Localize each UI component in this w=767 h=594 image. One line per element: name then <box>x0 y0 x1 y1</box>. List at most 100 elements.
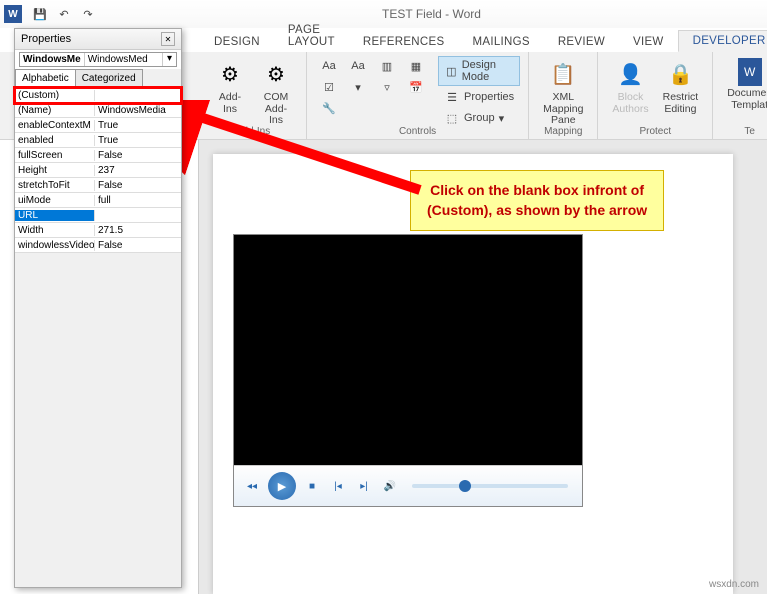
annotation-arrow <box>170 100 430 220</box>
property-value[interactable]: 237 <box>95 165 181 176</box>
close-icon[interactable]: ✕ <box>161 32 175 46</box>
property-row[interactable]: (Custom) <box>15 88 181 103</box>
word-icon: W <box>4 5 22 23</box>
property-value[interactable]: False <box>95 240 181 251</box>
property-name: uiMode <box>15 195 95 206</box>
properties-panel: Properties ✕ WindowsMe WindowsMed ▾ Alph… <box>14 28 182 588</box>
com-addins-icon: ⚙ <box>260 58 292 90</box>
object-type: WindowsMed <box>85 53 162 66</box>
restrict-editing-button[interactable]: 🔒 Restrict Editing <box>657 56 705 117</box>
property-row[interactable]: enabledTrue <box>15 133 181 148</box>
restrict-editing-label: Restrict Editing <box>663 92 699 115</box>
control-richtext-icon[interactable]: Aa <box>315 56 343 76</box>
xml-mapping-icon: 📋 <box>547 58 579 90</box>
chevron-down-icon: ▾ <box>499 112 505 125</box>
video-area <box>234 235 582 465</box>
property-grid: (Custom)(Name)WindowsMediaenableContextM… <box>15 88 181 253</box>
play-icon[interactable]: ▶ <box>268 472 296 500</box>
control-picture-icon[interactable]: ▥ <box>373 56 401 76</box>
prev-icon[interactable]: |◂ <box>328 476 348 496</box>
properties-label: Properties <box>464 91 514 103</box>
property-row[interactable]: uiModefull <box>15 193 181 208</box>
property-value[interactable]: WindowsMedia <box>95 105 181 116</box>
media-controls: ◂◂ ▶ ■ |◂ ▸| 🔊 <box>234 465 582 506</box>
object-name: WindowsMe <box>20 53 85 66</box>
block-authors-button[interactable]: 👤 Block Authors <box>606 56 654 117</box>
group-icon: ⬚ <box>444 110 460 126</box>
property-value[interactable]: True <box>95 120 181 131</box>
design-mode-button[interactable]: ◫ Design Mode <box>438 56 520 86</box>
property-name: (Name) <box>15 105 95 116</box>
property-row[interactable]: enableContextMTrue <box>15 118 181 133</box>
restrict-editing-icon: 🔒 <box>664 58 696 90</box>
tab-categorized[interactable]: Categorized <box>75 69 143 87</box>
save-icon[interactable]: 💾 <box>29 3 51 25</box>
document-template-button[interactable]: W Documen Templat <box>721 56 767 113</box>
callout-line2: (Custom), as shown by the arrow <box>427 201 647 221</box>
media-player-control[interactable]: ◂◂ ▶ ■ |◂ ▸| 🔊 <box>233 234 583 507</box>
property-name: Height <box>15 165 95 176</box>
property-name: stretchToFit <box>15 180 95 191</box>
group-protect: 👤 Block Authors 🔒 Restrict Editing Prote… <box>598 52 713 139</box>
property-value[interactable]: 271.5 <box>95 225 181 236</box>
properties-title-text: Properties <box>21 33 71 45</box>
group-button[interactable]: ⬚ Group ▾ <box>438 108 520 128</box>
control-combo-icon[interactable]: ▾ <box>344 77 372 97</box>
property-row[interactable]: windowlessVideoFalse <box>15 238 181 253</box>
tab-alphabetic[interactable]: Alphabetic <box>15 69 76 87</box>
property-value[interactable]: full <box>95 195 181 206</box>
annotation-callout: Click on the blank box infront of (Custo… <box>410 170 664 231</box>
control-block-icon[interactable]: ▦ <box>402 56 430 76</box>
tab-page-layout[interactable]: PAGE LAYOUT <box>274 20 349 52</box>
property-value[interactable]: False <box>95 180 181 191</box>
properties-icon: ☰ <box>444 89 460 105</box>
property-tabs: Alphabetic Categorized <box>15 69 181 88</box>
design-mode-icon: ◫ <box>445 63 458 79</box>
addins-icon: ⚙ <box>214 58 246 90</box>
stop-icon[interactable]: ■ <box>302 476 322 496</box>
property-row[interactable]: URL <box>15 208 181 223</box>
property-name: windowlessVideo <box>15 240 95 251</box>
property-row[interactable]: fullScreenFalse <box>15 148 181 163</box>
properties-button[interactable]: ☰ Properties <box>438 87 520 107</box>
volume-slider[interactable] <box>412 484 568 488</box>
property-row[interactable]: Height237 <box>15 163 181 178</box>
design-mode-label: Design Mode <box>462 59 513 83</box>
tab-view[interactable]: VIEW <box>619 32 678 52</box>
tab-references[interactable]: REFERENCES <box>349 32 459 52</box>
tab-developer[interactable]: DEVELOPER <box>678 30 767 52</box>
property-row[interactable]: (Name)WindowsMedia <box>15 103 181 118</box>
property-row[interactable]: Width271.5 <box>15 223 181 238</box>
control-dropdown-icon[interactable]: ▿ <box>373 77 401 97</box>
control-checkbox-icon[interactable]: ☑ <box>315 77 343 97</box>
redo-icon[interactable]: ↷ <box>77 3 99 25</box>
property-row[interactable]: stretchToFitFalse <box>15 178 181 193</box>
property-name: fullScreen <box>15 150 95 161</box>
property-name: Width <box>15 225 95 236</box>
tab-design[interactable]: DESIGN <box>200 32 274 52</box>
titlebar: W 💾 ↶ ↷ TEST Field - Word <box>0 0 767 28</box>
tab-mailings[interactable]: MAILINGS <box>458 32 543 52</box>
volume-icon[interactable]: 🔊 <box>380 476 400 496</box>
group-button-label: Group <box>464 112 495 124</box>
property-value[interactable]: True <box>95 135 181 146</box>
property-name: (Custom) <box>15 90 95 101</box>
undo-icon[interactable]: ↶ <box>53 3 75 25</box>
group-label-protect: Protect <box>598 126 712 137</box>
block-authors-icon: 👤 <box>615 58 647 90</box>
xml-mapping-button[interactable]: 📋 XML Mapping Pane <box>537 56 589 129</box>
slider-thumb[interactable] <box>459 480 471 492</box>
tab-review[interactable]: REVIEW <box>544 32 619 52</box>
control-plaintext-icon[interactable]: Aa <box>344 56 372 76</box>
object-selector[interactable]: WindowsMe WindowsMed ▾ <box>15 50 181 69</box>
rewind-icon[interactable]: ◂◂ <box>242 476 262 496</box>
block-authors-label: Block Authors <box>612 92 648 115</box>
property-name: enabled <box>15 135 95 146</box>
group-label-mapping: Mapping <box>529 126 597 137</box>
dropdown-icon[interactable]: ▾ <box>162 53 176 66</box>
next-icon[interactable]: ▸| <box>354 476 374 496</box>
property-value[interactable]: False <box>95 150 181 161</box>
control-date-icon[interactable]: 📅 <box>402 77 430 97</box>
group-templates: W Documen Templat Te <box>713 52 767 139</box>
document-title: TEST Field - Word <box>100 7 763 21</box>
